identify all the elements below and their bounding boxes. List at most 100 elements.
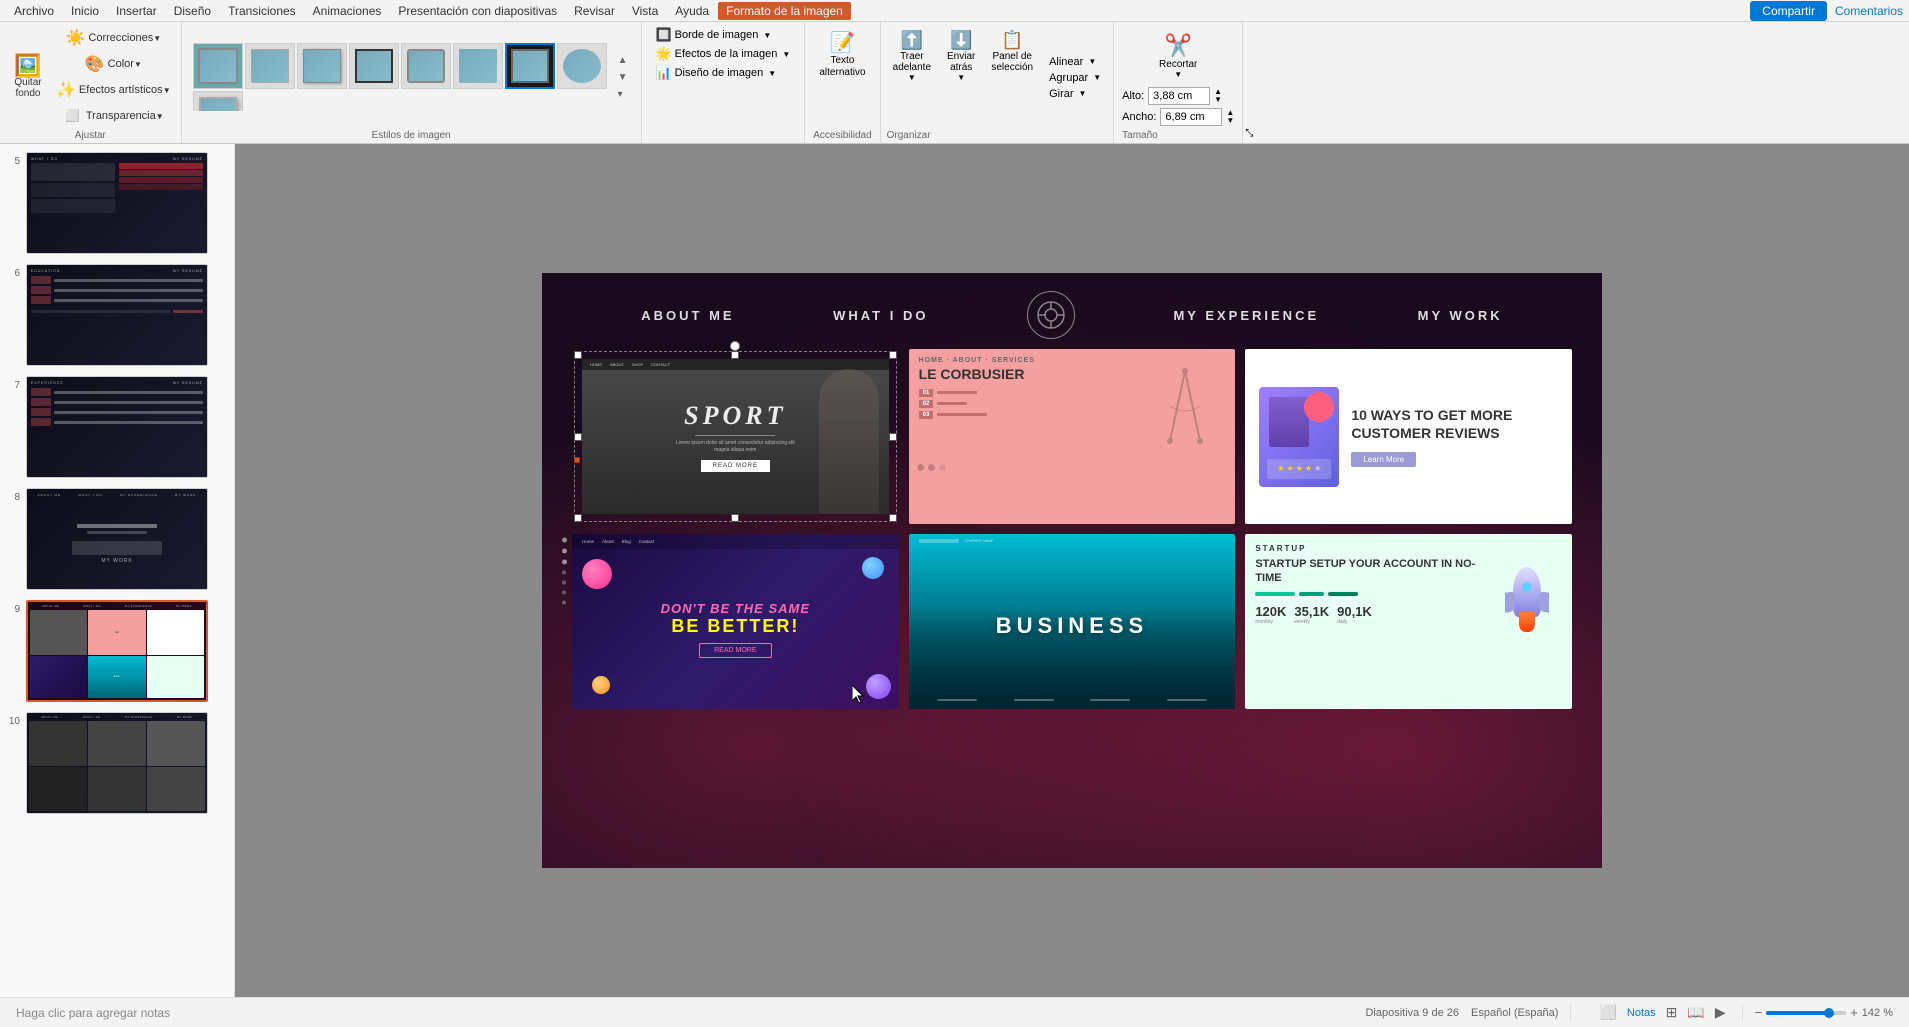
reviews-title: 10 WAYS TO GET MORE CUSTOMER REVIEWS <box>1351 406 1558 442</box>
color-button[interactable]: 🎨 Color ▼ <box>52 52 175 76</box>
correcciones-button[interactable]: ☀️ Correcciones ▼ <box>52 26 175 50</box>
handle-tr[interactable] <box>889 351 897 359</box>
alto-input[interactable] <box>1148 87 1210 105</box>
img-style-9[interactable] <box>193 91 243 111</box>
slide-thumb-6[interactable]: 6 EDUCATION MY RESUME <box>2 260 232 370</box>
slide-thumb-7[interactable]: 7 EXPERIENCE MY RESUME <box>2 372 232 482</box>
share-button[interactable]: Compartir <box>1750 1 1827 21</box>
slide-thumb-10[interactable]: 10 ABOUT ME WHAT I DO MY EXPERIENCE MY W… <box>2 708 232 818</box>
sport-read-more[interactable]: READ MORE <box>701 460 770 472</box>
sport-card[interactable]: HOME ABOUT SHOP CONTACT SPORT Lorem ipsu… <box>572 349 899 524</box>
present-btn[interactable]: ▶ <box>1711 1002 1730 1023</box>
slide-status: Diapositiva 9 de 26 <box>1365 1007 1459 1019</box>
view-normal-btn[interactable]: ⬜ <box>1595 1002 1620 1023</box>
panel-seleccion-button[interactable]: 📋 Panel deselección <box>985 26 1039 77</box>
nav-my-work[interactable]: MY WORK <box>1418 308 1503 323</box>
menu-presentacion[interactable]: Presentación con diapositivas <box>390 2 565 20</box>
tamano-label: Tamaño <box>1122 130 1234 141</box>
alto-label: Alto: <box>1122 90 1144 102</box>
slide-sorter-btn[interactable]: ⊞ <box>1662 1002 1682 1023</box>
img-style-3[interactable] <box>297 43 347 89</box>
styles-more[interactable]: ▾ <box>616 87 630 102</box>
accesibilidad-label: Accesibilidad <box>813 130 871 141</box>
alto-down[interactable]: ▼ <box>1214 96 1222 104</box>
reading-view-btn[interactable]: 📖 <box>1683 1002 1708 1023</box>
nav-my-experience[interactable]: MY EXPERIENCE <box>1173 308 1319 323</box>
recortar-button[interactable]: ✂️ Recortar ▼ <box>1153 29 1203 83</box>
handle-mr[interactable] <box>889 433 897 441</box>
agrupar-button[interactable]: Agrupar▼ <box>1043 71 1107 85</box>
handle-ml[interactable] <box>574 433 582 441</box>
tamano-expand-button[interactable]: ⤡ <box>1243 126 1255 141</box>
img-style-5[interactable] <box>401 43 451 89</box>
img-style-2[interactable] <box>245 43 295 89</box>
efectos-artisticos-button[interactable]: ✨ Efectos artísticos ▼ <box>52 78 175 102</box>
space-read-more[interactable]: READ MORE <box>699 643 771 658</box>
sport-title: SPORT <box>684 401 786 431</box>
girar-button[interactable]: Girar▼ <box>1043 87 1107 101</box>
menu-diseno[interactable]: Diseño <box>166 2 219 20</box>
estilos-imagen-label: Estilos de imagen <box>372 130 451 141</box>
business-card[interactable]: COMPANY NAME BUSINESS <box>909 534 1236 709</box>
business-title: BUSINESS <box>996 613 1148 639</box>
reviews-card[interactable]: ★ ★ ★ ★ ★ 10 WAYS TO GET MORE CUSTOMER R… <box>1245 349 1572 524</box>
styles-scroll-down[interactable]: ▼ <box>616 70 630 85</box>
space-dont-be: DON'T BE THE SAME <box>661 601 810 616</box>
quitar-fondo-button[interactable]: 🖼️ Quitarfondo <box>6 51 50 103</box>
corbusier-card[interactable]: HOME · ABOUT · SERVICES LE CORBUSIER 01 <box>909 349 1236 524</box>
startup-header: STARTUP <box>1255 544 1562 553</box>
space-card[interactable]: Home About Blog Contact DON'T BE THE SAM… <box>572 534 899 709</box>
zoom-level[interactable]: 142 % <box>1862 1007 1893 1019</box>
organizar-label: Organizar <box>887 130 1108 141</box>
menu-revisar[interactable]: Revisar <box>566 2 623 20</box>
startup-card[interactable]: STARTUP STARTUP SETUP YOUR ACCOUNT IN NO… <box>1245 534 1572 709</box>
zoom-in-btn[interactable]: + <box>1850 1005 1858 1020</box>
reviews-learn-more[interactable]: Learn More <box>1351 452 1416 467</box>
slide-thumb-9[interactable]: 9 ABOUT ME WHAT I DO MY EXPERIENCE MY WO… <box>2 596 232 706</box>
handle-br[interactable] <box>889 514 897 522</box>
rotate-handle[interactable] <box>730 341 740 351</box>
slide-nav-bar: ABOUT ME WHAT I DO MY EXPERIENCE MY WORK <box>542 273 1602 349</box>
zoom-out-btn[interactable]: − <box>1755 1005 1763 1020</box>
nav-about-me[interactable]: ABOUT ME <box>641 308 734 323</box>
efectos-imagen-button[interactable]: 🌟Efectos de la imagen▼ <box>650 45 797 63</box>
traer-adelante-button[interactable]: ⬆️ Traeradelante ▼ <box>887 26 937 86</box>
space-be-better: BE BETTER! <box>671 616 799 637</box>
menu-insertar[interactable]: Insertar <box>108 2 165 20</box>
borde-imagen-button[interactable]: 🔲Borde de imagen▼ <box>650 26 797 44</box>
img-style-4[interactable] <box>349 43 399 89</box>
handle-bl[interactable] <box>574 514 582 522</box>
startup-stat-1: 120K <box>1255 604 1286 619</box>
nav-what-i-do[interactable]: WHAT I DO <box>833 308 928 323</box>
transparencia-button[interactable]: ◻️ Transparencia ▼ <box>52 104 175 128</box>
menu-ayuda[interactable]: Ayuda <box>667 2 717 20</box>
handle-tc[interactable] <box>731 351 739 359</box>
zoom-slider[interactable] <box>1766 1011 1846 1015</box>
handle-bc[interactable] <box>731 514 739 522</box>
enviar-atras-button[interactable]: ⬇️ Enviaratrás ▼ <box>941 26 981 86</box>
slide-thumb-8[interactable]: 8 ABOUT ME WHAT I DO MY EXPERIENCE MY WO… <box>2 484 232 594</box>
diseno-imagen-button[interactable]: 📊Diseño de imagen▼ <box>650 64 797 82</box>
menu-vista[interactable]: Vista <box>624 2 666 20</box>
slide-thumb-5[interactable]: 5 WHAT I DO MY RESUME <box>2 148 232 258</box>
ancho-input[interactable] <box>1160 108 1222 126</box>
comments-button[interactable]: Comentarios <box>1835 4 1903 18</box>
menu-animaciones[interactable]: Animaciones <box>305 2 390 20</box>
menu-transiciones[interactable]: Transiciones <box>220 2 304 20</box>
corbusier-title: LE CORBUSIER <box>919 366 1138 383</box>
img-style-1[interactable] <box>193 43 243 89</box>
handle-tl[interactable] <box>574 351 582 359</box>
notes-placeholder[interactable]: Haga clic para agregar notas <box>16 1006 170 1020</box>
styles-scroll-up[interactable]: ▲ <box>616 53 630 68</box>
menu-formato-imagen[interactable]: Formato de la imagen <box>718 2 851 20</box>
alinear-button[interactable]: Alinear▼ <box>1043 55 1107 69</box>
menu-inicio[interactable]: Inicio <box>63 2 107 20</box>
menu-archivo[interactable]: Archivo <box>6 2 62 20</box>
img-style-7[interactable] <box>505 43 555 89</box>
ancho-down[interactable]: ▼ <box>1226 117 1234 125</box>
img-style-8[interactable] <box>557 43 607 89</box>
language-status: Español (España) <box>1471 1007 1558 1019</box>
texto-alternativo-button[interactable]: 📝 Textoalternativo <box>815 26 869 83</box>
img-style-6[interactable] <box>453 43 503 89</box>
notes-view-btn[interactable]: Notas <box>1623 1005 1660 1021</box>
